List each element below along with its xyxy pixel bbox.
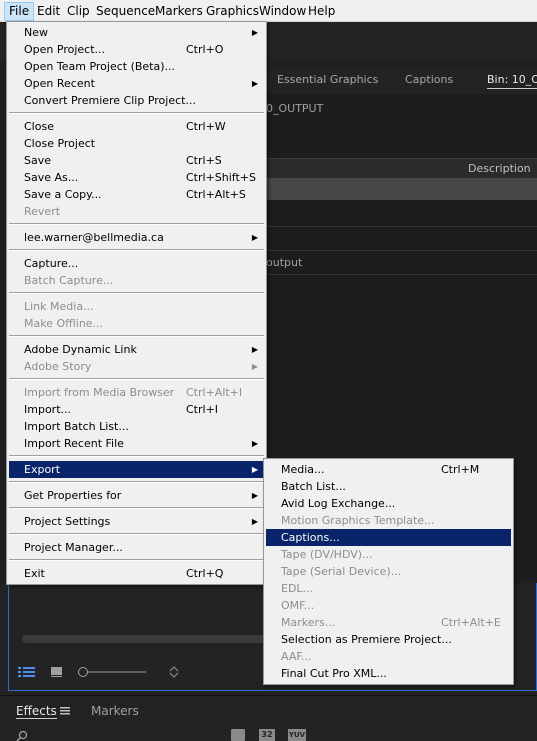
row-divider xyxy=(260,274,537,275)
menu-markers[interactable]: Markers xyxy=(151,2,207,21)
menu-item-close-project[interactable]: Close Project xyxy=(9,135,264,152)
tab-markers[interactable]: Markers xyxy=(91,704,139,718)
submenu-arrow-icon: ▶ xyxy=(251,491,258,500)
menu-item-link-media: Link Media... xyxy=(24,300,94,313)
menu-separator xyxy=(9,533,264,535)
row-divider xyxy=(260,226,537,227)
menu-item-new[interactable]: New ▶ xyxy=(9,24,264,41)
submenu-arrow-icon: ▶ xyxy=(251,362,258,371)
export-item-omf: OMF... xyxy=(281,599,315,612)
menu-separator xyxy=(9,559,264,561)
menu-window[interactable]: Window xyxy=(255,2,310,21)
menu-item-import-batch-list[interactable]: Import Batch List... xyxy=(9,418,264,435)
icon-view-icon[interactable] xyxy=(50,666,64,678)
menu-sequence[interactable]: Sequence xyxy=(92,2,159,21)
tab-effects[interactable]: Effects xyxy=(16,704,57,719)
menu-item-save[interactable]: Save Ctrl+S xyxy=(9,152,264,169)
menu-separator xyxy=(9,112,264,114)
export-item-tape-dv: Tape (DV/HDV)... xyxy=(281,548,373,561)
menu-edit[interactable]: Edit xyxy=(33,2,64,21)
export-item-markers: Markers... Ctrl+Alt+E xyxy=(281,616,501,629)
submenu-arrow-icon: ▶ xyxy=(251,517,258,526)
menu-item-open-recent[interactable]: Open Recent ▶ xyxy=(9,75,264,92)
menu-item-capture[interactable]: Capture... xyxy=(9,255,264,272)
export-item-fcp-xml[interactable]: Final Cut Pro XML... xyxy=(266,665,511,682)
export-item-media[interactable]: Media... Ctrl+M xyxy=(266,461,511,478)
menu-item-revert: Revert xyxy=(24,205,61,218)
menu-item-dynamic-link[interactable]: Adobe Dynamic Link ▶ xyxy=(9,341,264,358)
menu-help[interactable]: Help xyxy=(304,2,339,21)
file-menu: New ▶ Open Project... Ctrl+O Open Team Pro… xyxy=(6,21,267,585)
accelerated-effects-icon[interactable] xyxy=(231,729,245,741)
menu-item-import[interactable]: Import... Ctrl+I xyxy=(9,401,264,418)
menu-separator xyxy=(9,507,264,509)
export-item-avid-log[interactable]: Avid Log Exchange... xyxy=(266,495,511,512)
menu-bar: File Edit Clip Sequence Markers Graphics… xyxy=(0,0,537,22)
export-item-motion-graphics-template: Motion Graphics Template... xyxy=(281,514,435,527)
column-header: Description xyxy=(260,158,537,178)
menu-item-make-offline: Make Offline... xyxy=(24,317,104,330)
submenu-arrow-icon: ▶ xyxy=(251,345,258,354)
tab-captions[interactable]: Captions xyxy=(405,73,453,86)
menu-item-convert-clip-project[interactable]: Convert Premiere Clip Project... xyxy=(9,92,264,109)
menu-item-adobe-story: Adobe Story ▶ xyxy=(24,360,258,373)
menu-separator xyxy=(9,455,264,457)
menu-item-project-manager[interactable]: Project Manager... xyxy=(9,539,264,556)
search-icon xyxy=(16,730,28,741)
export-item-batch-list[interactable]: Batch List... xyxy=(266,478,511,495)
menu-item-save-as[interactable]: Save As... Ctrl+Shift+S xyxy=(9,169,264,186)
submenu-arrow-icon: ▶ xyxy=(251,439,258,448)
menu-item-project-settings[interactable]: Project Settings ▶ xyxy=(9,513,264,530)
menu-item-account[interactable]: lee.warner@bellmedia.ca ▶ xyxy=(9,229,264,246)
zoom-slider-track[interactable] xyxy=(86,671,146,673)
submenu-arrow-icon: ▶ xyxy=(251,465,258,474)
menu-separator xyxy=(9,223,264,225)
bin-path: 0_OUTPUT xyxy=(266,102,324,115)
row-divider xyxy=(260,250,537,251)
submenu-arrow-icon: ▶ xyxy=(251,28,258,37)
menu-item-export[interactable]: Export ▶ xyxy=(9,461,264,478)
yuv-effects-icon[interactable]: YUV xyxy=(288,729,306,741)
sort-icon[interactable] xyxy=(168,665,180,679)
submenu-arrow-icon: ▶ xyxy=(251,233,258,242)
menu-separator xyxy=(9,335,264,337)
menu-separator xyxy=(9,249,264,251)
effects-panel: Effects Markers 32 YUV xyxy=(0,695,537,741)
panel-menu-icon[interactable] xyxy=(60,707,70,715)
export-item-edl: EDL... xyxy=(281,582,314,595)
list-view-icon[interactable] xyxy=(18,666,36,678)
menu-separator xyxy=(9,378,264,380)
row-output-text[interactable]: output xyxy=(266,256,302,269)
export-item-captions[interactable]: Captions... xyxy=(266,529,511,546)
menu-item-batch-capture: Batch Capture... xyxy=(24,274,114,287)
tab-bin[interactable]: Bin: 10_OU xyxy=(487,73,537,89)
export-item-selection-premiere[interactable]: Selection as Premiere Project... xyxy=(266,631,511,648)
menu-separator xyxy=(9,292,264,294)
column-description[interactable]: Description xyxy=(468,162,531,175)
menu-separator xyxy=(9,481,264,483)
menu-graphics[interactable]: Graphics xyxy=(202,2,263,21)
menu-item-exit[interactable]: Exit Ctrl+Q xyxy=(9,565,264,582)
menu-item-open-project[interactable]: Open Project... Ctrl+O xyxy=(9,41,264,58)
selected-row[interactable] xyxy=(260,178,537,200)
export-item-aaf: AAF... xyxy=(281,650,312,663)
menu-item-import-media-browser: Import from Media Browser Ctrl+Alt+I xyxy=(24,386,243,399)
menu-item-open-team-project[interactable]: Open Team Project (Beta)... xyxy=(9,58,264,75)
menu-file[interactable]: File xyxy=(4,2,35,21)
panel-tab-bar: Essential Graphics Captions Bin: 10_OU xyxy=(260,66,537,94)
menu-item-close[interactable]: Close Ctrl+W xyxy=(9,118,264,135)
export-submenu: Media... Ctrl+M Batch List... Avid Log Ex… xyxy=(263,458,514,685)
menu-item-save-copy[interactable]: Save a Copy... Ctrl+Alt+S xyxy=(9,186,264,203)
32bit-effects-icon[interactable]: 32 xyxy=(259,729,275,741)
menu-clip[interactable]: Clip xyxy=(63,2,94,21)
menu-item-import-recent[interactable]: Import Recent File ▶ xyxy=(9,435,264,452)
submenu-arrow-icon: ▶ xyxy=(251,79,258,88)
export-item-tape-serial: Tape (Serial Device)... xyxy=(281,565,402,578)
zoom-slider-knob[interactable] xyxy=(78,667,88,677)
tab-essential-graphics[interactable]: Essential Graphics xyxy=(277,73,378,86)
menu-item-get-properties[interactable]: Get Properties for ▶ xyxy=(9,487,264,504)
